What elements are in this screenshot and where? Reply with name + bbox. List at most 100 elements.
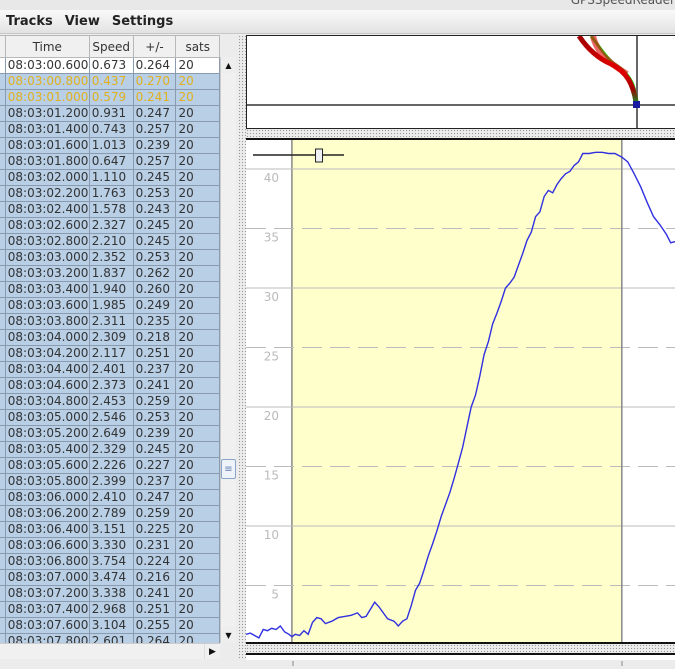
menu-tracks[interactable]: Tracks xyxy=(0,14,59,29)
speed-cell: 3.754 xyxy=(88,553,134,570)
position-marker-icon xyxy=(633,101,640,108)
time-cell: 08:03:07.800 xyxy=(4,633,90,643)
table-row[interactable]: 08:03:00.800 0.437 0.270 20 xyxy=(0,73,220,90)
table-row[interactable]: 08:03:01.600 1.013 0.239 20 xyxy=(0,137,220,154)
time-cell: 08:03:04.400 xyxy=(4,361,90,378)
table-row[interactable]: 08:03:04.200 2.117 0.251 20 xyxy=(0,345,220,362)
speed-cell: 0.743 xyxy=(88,121,134,138)
table-row[interactable]: 08:03:05.800 2.399 0.237 20 xyxy=(0,473,220,490)
error-cell: 0.237 xyxy=(132,361,177,378)
column-header-time[interactable]: Time xyxy=(4,35,90,58)
table-row[interactable]: 08:03:05.200 2.649 0.239 20 xyxy=(0,425,220,442)
speed-cell: 0.673 xyxy=(88,57,134,74)
table-row[interactable]: 08:03:03.000 2.352 0.253 20 xyxy=(0,249,220,266)
error-cell: 0.260 xyxy=(132,281,177,298)
time-cell: 08:03:03.000 xyxy=(4,249,90,266)
sats-cell: 20 xyxy=(175,313,220,330)
sats-cell: 20 xyxy=(175,185,220,202)
table-row[interactable]: 08:03:04.600 2.373 0.241 20 xyxy=(0,377,220,394)
time-cell: 08:03:02.400 xyxy=(4,201,90,218)
scroll-right-arrow-icon[interactable]: ▶ xyxy=(204,644,220,659)
time-cell: 08:03:06.800 xyxy=(4,553,90,570)
table-row[interactable]: 08:03:06.200 2.789 0.259 20 xyxy=(0,505,220,522)
error-cell: 0.249 xyxy=(132,297,177,314)
table-row[interactable]: 08:03:01.400 0.743 0.257 20 xyxy=(0,121,220,138)
table-row[interactable]: 08:03:05.000 2.546 0.253 20 xyxy=(0,409,220,426)
sats-cell: 20 xyxy=(175,217,220,234)
time-cell: 08:03:03.200 xyxy=(4,265,90,282)
column-header-error[interactable]: +/- xyxy=(132,35,177,58)
table-row[interactable]: 08:03:05.600 2.226 0.227 20 xyxy=(0,457,220,474)
table-row[interactable]: 08:03:03.400 1.940 0.260 20 xyxy=(0,281,220,298)
table-row[interactable]: 08:03:04.000 2.309 0.218 20 xyxy=(0,329,220,346)
table-row[interactable]: 08:03:07.000 3.474 0.216 20 xyxy=(0,569,220,586)
time-cell: 08:03:03.400 xyxy=(4,281,90,298)
window-title: GPSSpeedReader xyxy=(570,0,675,7)
time-cell: 08:03:01.000 xyxy=(4,89,90,106)
table-row[interactable]: 08:03:03.200 1.837 0.262 20 xyxy=(0,265,220,282)
table-row[interactable]: 08:03:02.200 1.763 0.253 20 xyxy=(0,185,220,202)
time-cell: 08:03:01.800 xyxy=(4,153,90,170)
time-cell: 08:03:07.000 xyxy=(4,569,90,586)
column-header-sats[interactable]: sats xyxy=(175,35,220,58)
table-row[interactable]: 08:03:02.600 2.327 0.245 20 xyxy=(0,217,220,234)
table-row[interactable]: 08:03:01.000 0.579 0.241 20 xyxy=(0,89,220,106)
sats-cell: 20 xyxy=(175,121,220,138)
table-row[interactable]: 08:03:05.400 2.329 0.245 20 xyxy=(0,441,220,458)
speed-cell: 2.311 xyxy=(88,313,134,330)
sats-cell: 20 xyxy=(175,329,220,346)
y-tick-label: 35 xyxy=(264,231,279,245)
sats-cell: 20 xyxy=(175,553,220,570)
error-cell: 0.253 xyxy=(132,185,177,202)
error-cell: 0.235 xyxy=(132,313,177,330)
table-row[interactable]: 08:03:07.400 2.968 0.251 20 xyxy=(0,601,220,618)
table-row[interactable]: 08:03:06.000 2.410 0.247 20 xyxy=(0,489,220,506)
table-row[interactable]: 08:03:04.800 2.453 0.259 20 xyxy=(0,393,220,410)
error-cell: 0.259 xyxy=(132,505,177,522)
table-header-row: .. Time Speed +/- sats xyxy=(0,35,220,58)
horizontal-scrollbar[interactable]: ▶ xyxy=(0,643,220,659)
table-row[interactable]: 08:03:06.800 3.754 0.224 20 xyxy=(0,553,220,570)
menu-settings[interactable]: Settings xyxy=(106,14,179,29)
sats-cell: 20 xyxy=(175,425,220,442)
error-cell: 0.259 xyxy=(132,393,177,410)
table-row[interactable]: 08:03:00.600 0.673 0.264 20 xyxy=(0,57,220,74)
time-cell: 08:03:04.000 xyxy=(4,329,90,346)
menu-view[interactable]: View xyxy=(59,14,106,29)
table-row[interactable]: 08:03:02.400 1.578 0.243 20 xyxy=(0,201,220,218)
sats-cell: 20 xyxy=(175,233,220,250)
scroll-up-arrow-icon[interactable]: ▲ xyxy=(221,57,236,73)
horizontal-splitter-bottom[interactable] xyxy=(246,644,675,653)
horizontal-splitter-top[interactable] xyxy=(246,129,675,138)
vertical-scrollbar[interactable]: ▲ ≡ ▼ xyxy=(220,57,236,643)
scroll-down-arrow-icon[interactable]: ▼ xyxy=(221,627,236,643)
vertical-splitter[interactable] xyxy=(238,35,246,660)
table-row[interactable]: 08:03:04.400 2.401 0.237 20 xyxy=(0,361,220,378)
sats-cell: 20 xyxy=(175,633,220,643)
table-row[interactable]: 08:03:02.000 1.110 0.245 20 xyxy=(0,169,220,186)
sats-cell: 20 xyxy=(175,409,220,426)
table-row[interactable]: 08:03:06.400 3.151 0.225 20 xyxy=(0,521,220,538)
table-row[interactable]: 08:03:01.200 0.931 0.247 20 xyxy=(0,105,220,122)
table-row[interactable]: 08:03:07.600 3.104 0.255 20 xyxy=(0,617,220,634)
table-row[interactable]: 08:03:06.600 3.330 0.231 20 xyxy=(0,537,220,554)
table-row[interactable]: 08:03:07.800 2.601 0.264 20 xyxy=(0,633,220,643)
speed-cell: 2.226 xyxy=(88,457,134,474)
error-cell: 0.251 xyxy=(132,601,177,618)
sats-cell: 20 xyxy=(175,201,220,218)
y-tick-label: 40 xyxy=(264,171,279,185)
y-tick-label: 30 xyxy=(264,290,279,304)
speed-graph-panel[interactable]: 5 10 15 20 25 30 35 40 xyxy=(245,138,675,644)
table-row[interactable]: 08:03:02.800 2.210 0.245 20 xyxy=(0,233,220,250)
sats-cell: 20 xyxy=(175,137,220,154)
table-row[interactable]: 08:03:01.800 0.647 0.257 20 xyxy=(0,153,220,170)
table-row[interactable]: 08:03:03.800 2.311 0.235 20 xyxy=(0,313,220,330)
error-cell: 0.245 xyxy=(132,233,177,250)
table-row[interactable]: 08:03:07.200 3.338 0.241 20 xyxy=(0,585,220,602)
column-header-speed[interactable]: Speed xyxy=(88,35,134,58)
sats-cell: 20 xyxy=(175,489,220,506)
table-row[interactable]: 08:03:03.600 1.985 0.249 20 xyxy=(0,297,220,314)
map-panel[interactable] xyxy=(246,34,675,129)
title-bar: GPSSpeedReader xyxy=(0,0,675,10)
scrollbar-thumb[interactable]: ≡ xyxy=(221,459,236,479)
